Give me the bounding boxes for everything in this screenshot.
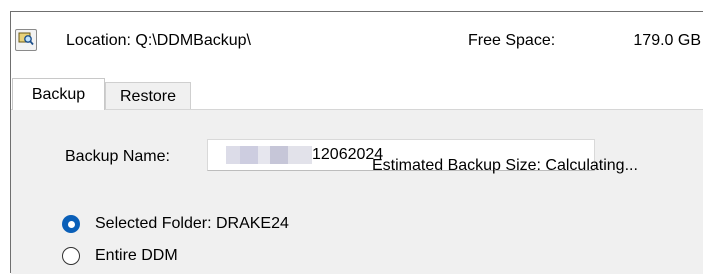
redacted-text (288, 146, 312, 164)
free-space-label: Free Space: (468, 32, 556, 49)
folder-search-icon (18, 30, 34, 51)
selected-folder-label: Selected Folder: DRAKE24 (95, 215, 289, 232)
selected-folder-option[interactable]: Selected Folder: DRAKE24 (62, 215, 289, 233)
tab-backup[interactable]: Backup (12, 78, 105, 110)
backup-name-label: Backup Name: (65, 148, 170, 165)
redacted-text (270, 146, 288, 164)
location-label: Location: Q:\DDMBackup\ (66, 32, 251, 49)
radio-selected[interactable] (62, 215, 80, 233)
redacted-text (226, 146, 240, 164)
free-space-value: 179.0 GB (633, 32, 701, 49)
estimated-size-label: Estimated Backup Size: Calculating... (372, 157, 638, 174)
browse-location-button[interactable] (15, 29, 37, 51)
location-bar: Location: Q:\DDMBackup\ Free Space: 179.… (11, 12, 703, 74)
entire-ddm-option[interactable]: Entire DDM (62, 247, 178, 265)
tab-strip: Backup Restore (11, 78, 703, 110)
redacted-text (258, 146, 270, 164)
radio-unselected[interactable] (62, 247, 80, 265)
tab-restore[interactable]: Restore (105, 82, 191, 110)
redacted-text (240, 146, 258, 164)
backup-panel: Backup Name: 12062024 Selected Folder: D… (11, 109, 703, 274)
entire-ddm-label: Entire DDM (95, 247, 178, 264)
backup-window: Location: Q:\DDMBackup\ Free Space: 179.… (10, 11, 703, 274)
